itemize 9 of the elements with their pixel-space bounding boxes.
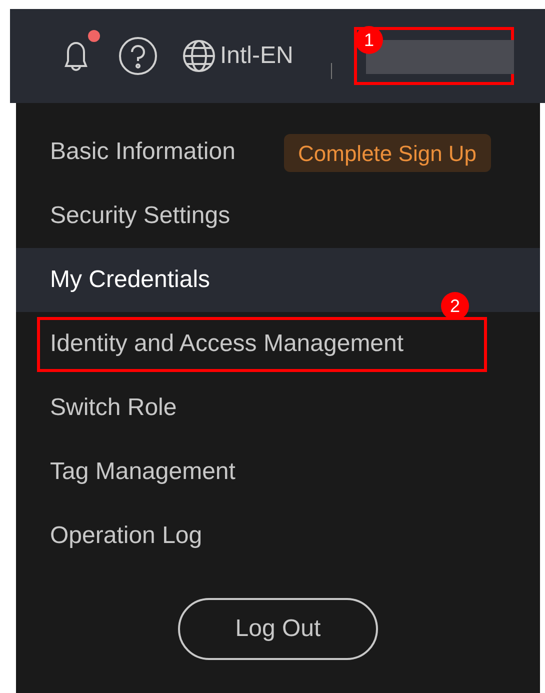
menu-item[interactable]: Switch Role bbox=[16, 376, 540, 440]
globe-icon bbox=[182, 39, 216, 73]
log-out-button[interactable]: Log Out bbox=[178, 598, 378, 660]
help-icon[interactable] bbox=[118, 36, 158, 76]
language-button[interactable]: Intl-EN bbox=[182, 38, 294, 74]
menu-item[interactable]: Security Settings bbox=[16, 184, 540, 248]
sign-up-badge[interactable]: Complete Sign Up bbox=[284, 134, 491, 172]
menu-item[interactable]: Tag Management bbox=[16, 440, 540, 504]
menu-item[interactable]: Operation Log bbox=[16, 504, 540, 568]
